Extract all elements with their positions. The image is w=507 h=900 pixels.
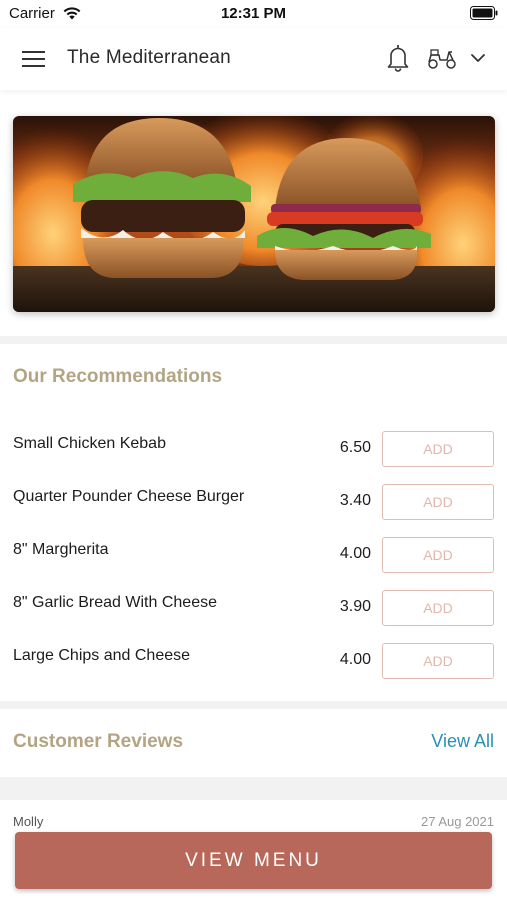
- section-divider: [0, 701, 507, 709]
- list-item: Large Chips and Cheese 4.00 ADD: [0, 643, 507, 683]
- bell-icon[interactable]: [386, 44, 410, 72]
- add-button[interactable]: ADD: [382, 537, 494, 573]
- item-price: 4.00: [339, 651, 371, 668]
- add-button[interactable]: ADD: [382, 643, 494, 679]
- item-name: 8" Margherita: [13, 541, 109, 558]
- clock: 12:31 PM: [220, 5, 287, 22]
- list-item: 8" Garlic Bread With Cheese 3.90 ADD: [0, 590, 507, 630]
- section-divider: [0, 777, 507, 800]
- item-name: Small Chicken Kebab: [13, 435, 166, 452]
- add-button[interactable]: ADD: [382, 431, 494, 467]
- section-divider: [0, 336, 507, 344]
- view-all-link[interactable]: View All: [431, 731, 494, 752]
- review-date: 27 Aug 2021: [420, 814, 494, 829]
- restaurant-title: The Mediterranean: [67, 47, 231, 68]
- item-name: Quarter Pounder Cheese Burger: [13, 488, 245, 505]
- list-item: 8" Margherita 4.00 ADD: [0, 537, 507, 577]
- scooter-icon[interactable]: [426, 46, 458, 70]
- item-price: 3.40: [339, 492, 371, 509]
- reviewer-name: Molly: [13, 814, 44, 829]
- hero-banner: [13, 116, 495, 312]
- menu-icon[interactable]: [22, 49, 46, 69]
- add-button[interactable]: ADD: [382, 590, 494, 626]
- burger-photo: [13, 116, 495, 312]
- list-item: Quarter Pounder Cheese Burger 3.40 ADD: [0, 484, 507, 524]
- view-menu-button[interactable]: VIEW MENU: [15, 832, 492, 889]
- reviews-title: Customer Reviews: [13, 731, 184, 752]
- status-bar: Carrier 12:31 PM: [0, 0, 507, 28]
- list-item: Small Chicken Kebab 6.50 ADD: [0, 431, 507, 471]
- item-price: 4.00: [339, 545, 371, 562]
- item-price: 3.90: [339, 598, 371, 615]
- battery-icon: [470, 6, 498, 20]
- add-button[interactable]: ADD: [382, 484, 494, 520]
- item-name: 8" Garlic Bread With Cheese: [13, 594, 217, 611]
- item-price: 6.50: [339, 439, 371, 456]
- app-header: The Mediterranean: [0, 28, 507, 90]
- chevron-down-icon[interactable]: [470, 52, 486, 64]
- recommendations-title: Our Recommendations: [13, 366, 223, 387]
- item-name: Large Chips and Cheese: [13, 647, 191, 664]
